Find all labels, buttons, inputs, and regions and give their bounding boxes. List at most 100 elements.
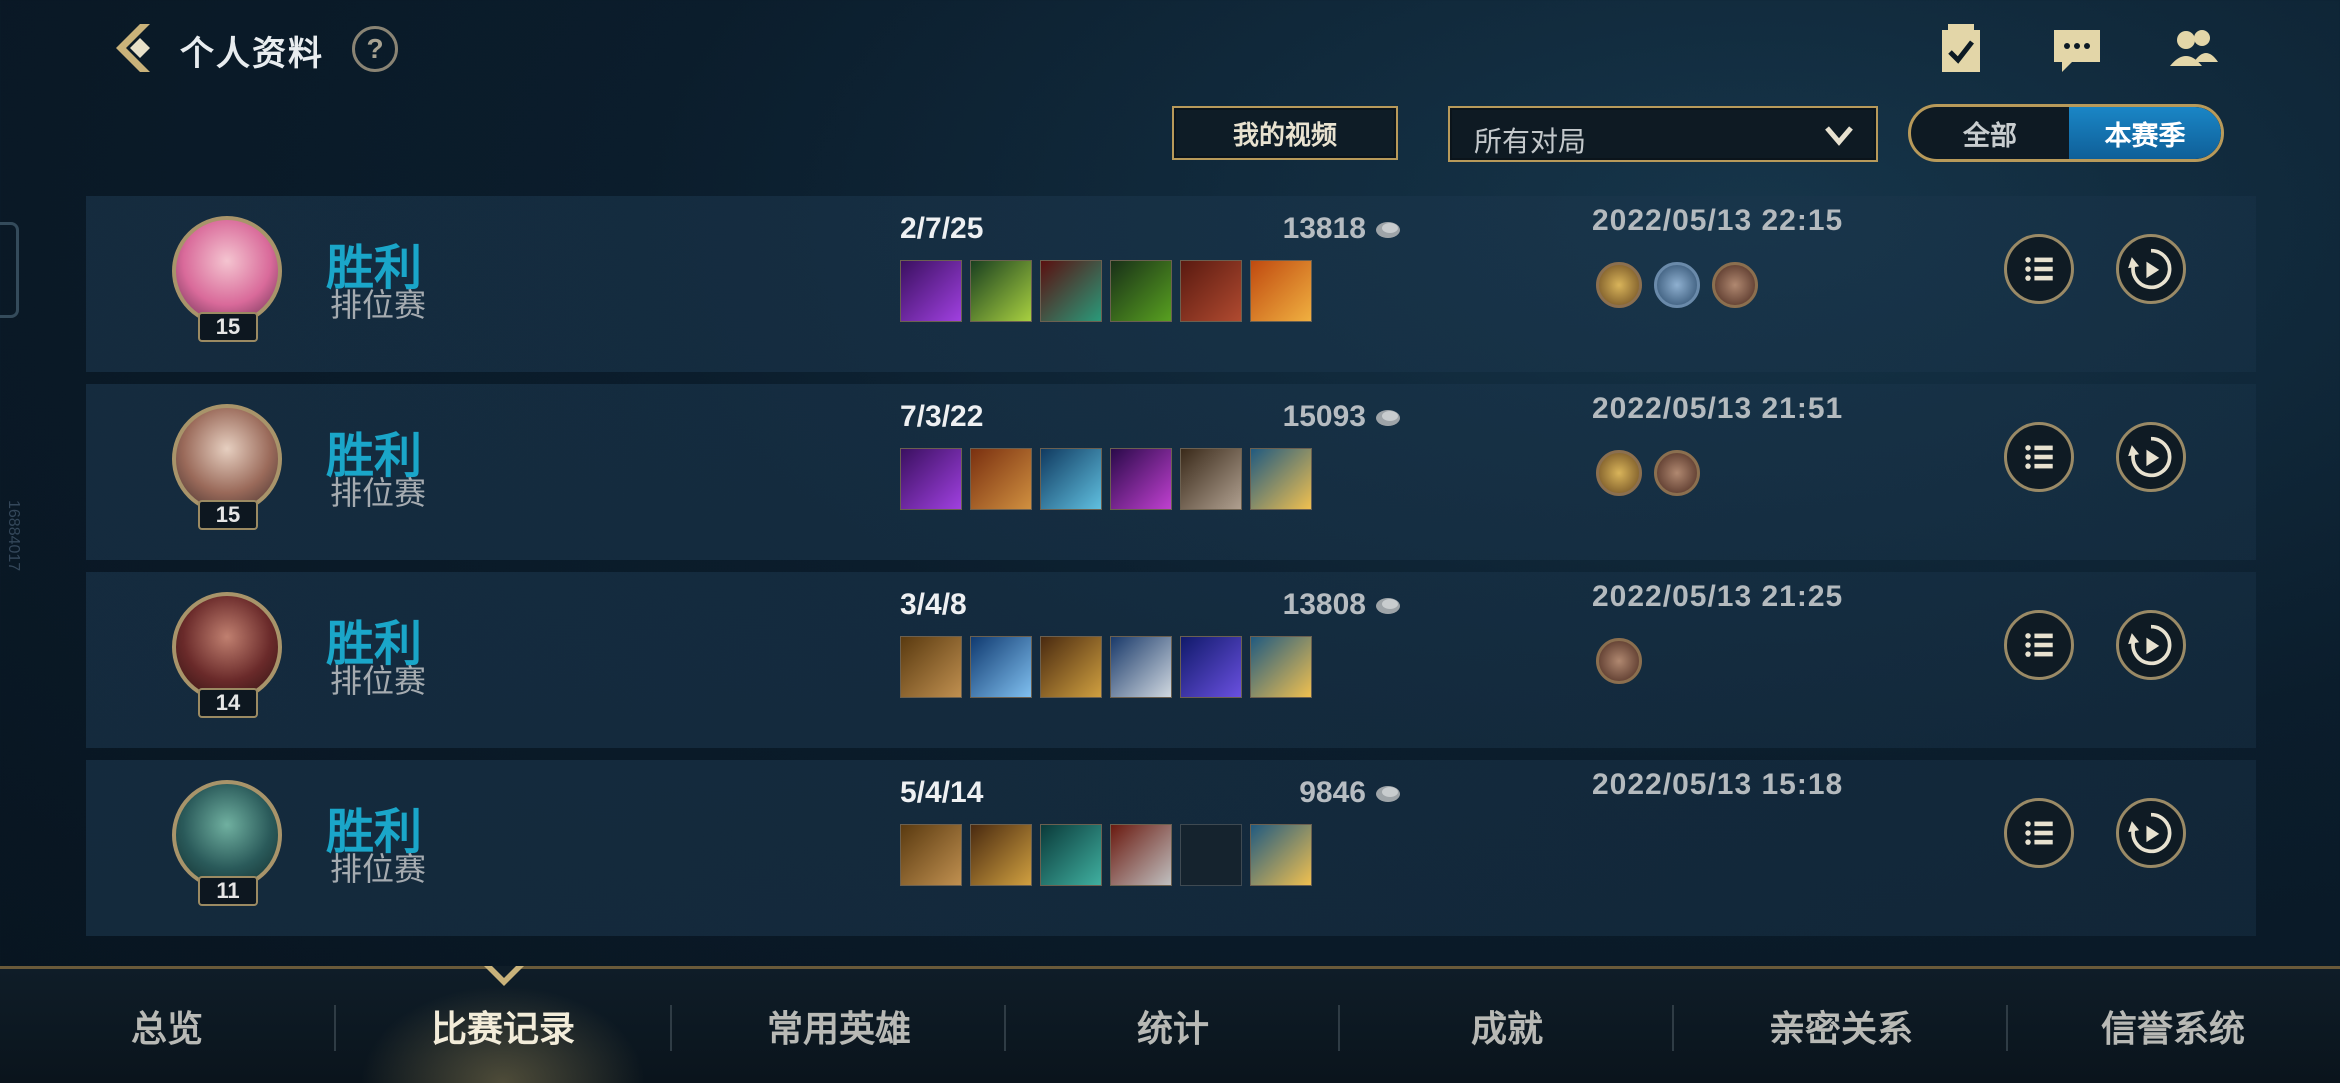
kda: 7/3/22 xyxy=(900,400,984,433)
item-slot xyxy=(900,636,962,698)
badge-list xyxy=(1596,262,1758,308)
details-button[interactable] xyxy=(2004,610,2074,680)
item-build xyxy=(900,824,1312,888)
item-slot xyxy=(900,448,962,510)
champion-avatar xyxy=(172,216,282,326)
gold-coin-icon xyxy=(1376,598,1400,615)
item-slot-empty xyxy=(1180,824,1242,886)
item-slot xyxy=(970,636,1032,698)
replay-button[interactable] xyxy=(2116,422,2186,492)
tab-champions[interactable]: 常用英雄 xyxy=(672,969,1006,1083)
side-id-label: 16884017 xyxy=(5,500,22,572)
tab-stats[interactable]: 统计 xyxy=(1006,969,1340,1083)
scope-season-option[interactable]: 本赛季 xyxy=(2069,107,2221,159)
replay-icon xyxy=(2128,624,2172,666)
item-slot xyxy=(1250,448,1312,510)
match-mode: 排位赛 xyxy=(330,287,427,323)
gold-earned: 13818 xyxy=(1166,212,1402,246)
list-icon xyxy=(2025,633,2053,657)
chevron-down-icon xyxy=(1825,126,1853,146)
checklist-icon[interactable] xyxy=(1934,22,1988,76)
gold-earned: 13808 xyxy=(1166,588,1402,622)
replay-icon xyxy=(2128,248,2172,290)
champion-level: 11 xyxy=(198,876,258,906)
ward-badge xyxy=(1654,262,1700,308)
back-chevron-icon xyxy=(116,24,150,72)
back-button[interactable] xyxy=(106,20,162,76)
list-icon xyxy=(2025,821,2053,845)
item-slot xyxy=(1180,448,1242,510)
page-title: 个人资料 xyxy=(180,35,324,73)
match-date: 2022/05/13 21:51 xyxy=(1592,392,1844,425)
gold-earned: 9846 xyxy=(1166,776,1402,810)
season-toggle[interactable]: 全部 本赛季 xyxy=(1908,104,2224,162)
match-row[interactable]: 11 胜利 排位赛 5/4/14 9846 2022/05/13 15:18 xyxy=(86,760,2256,936)
item-slot xyxy=(1180,260,1242,322)
item-slot xyxy=(1040,448,1102,510)
bottom-nav: 总览 比赛记录 常用英雄 统计 成就 亲密关系 信誉系统 xyxy=(0,966,2340,1083)
match-date: 2022/05/13 21:25 xyxy=(1592,580,1844,613)
match-type-select[interactable]: 所有对局 xyxy=(1448,106,1878,162)
champion-avatar xyxy=(172,404,282,514)
match-row[interactable]: 15 胜利 排位赛 7/3/22 15093 2022/05/13 21:51 xyxy=(86,384,2256,560)
item-slot xyxy=(1110,636,1172,698)
item-slot xyxy=(1040,636,1102,698)
item-build xyxy=(900,448,1312,512)
champion-avatar xyxy=(172,592,282,702)
item-slot xyxy=(900,260,962,322)
replay-button[interactable] xyxy=(2116,234,2186,304)
item-slot xyxy=(1250,824,1312,886)
assist-badge xyxy=(1712,262,1758,308)
s-rank-badge xyxy=(1596,450,1642,496)
item-slot xyxy=(1110,448,1172,510)
assist-badge xyxy=(1596,638,1642,684)
tab-achievements[interactable]: 成就 xyxy=(1340,969,1674,1083)
match-mode: 排位赛 xyxy=(330,663,427,699)
item-slot xyxy=(970,448,1032,510)
badge-list xyxy=(1596,638,1642,684)
my-videos-button[interactable]: 我的视频 xyxy=(1172,106,1398,160)
replay-icon xyxy=(2128,436,2172,478)
details-button[interactable] xyxy=(2004,798,2074,868)
list-icon xyxy=(2025,445,2053,469)
details-button[interactable] xyxy=(2004,422,2074,492)
gold-value: 9846 xyxy=(1299,776,1366,809)
side-tab-handle[interactable] xyxy=(0,222,19,318)
match-mode: 排位赛 xyxy=(330,475,427,511)
active-tab-caret-icon xyxy=(484,966,524,986)
item-slot xyxy=(1250,260,1312,322)
details-button[interactable] xyxy=(2004,234,2074,304)
champion-level: 15 xyxy=(198,312,258,342)
match-row[interactable]: 14 胜利 排位赛 3/4/8 13808 2022/05/13 21:25 xyxy=(86,572,2256,748)
chat-icon[interactable] xyxy=(2050,22,2104,76)
item-slot xyxy=(1110,260,1172,322)
match-mode: 排位赛 xyxy=(330,851,427,887)
item-slot xyxy=(1250,636,1312,698)
champion-avatar xyxy=(172,780,282,890)
item-slot xyxy=(1180,636,1242,698)
match-date: 2022/05/13 15:18 xyxy=(1592,768,1844,801)
gold-coin-icon xyxy=(1376,410,1400,427)
item-slot xyxy=(970,824,1032,886)
replay-icon xyxy=(2128,812,2172,854)
replay-button[interactable] xyxy=(2116,610,2186,680)
item-build xyxy=(900,636,1312,700)
s-rank-badge xyxy=(1596,262,1642,308)
gold-coin-icon xyxy=(1376,786,1400,803)
help-icon[interactable]: ? xyxy=(352,26,398,72)
friends-icon[interactable] xyxy=(2166,22,2220,76)
tab-relationships[interactable]: 亲密关系 xyxy=(1674,969,2008,1083)
kda: 3/4/8 xyxy=(900,588,967,621)
objective-badge xyxy=(1654,450,1700,496)
match-type-value: 所有对局 xyxy=(1474,126,1587,157)
match-row[interactable]: 15 胜利 排位赛 2/7/25 13818 2022/05/13 22:15 xyxy=(86,196,2256,372)
tab-honor-system[interactable]: 信誉系统 xyxy=(2006,969,2340,1083)
match-date: 2022/05/13 22:15 xyxy=(1592,204,1844,237)
item-slot xyxy=(970,260,1032,322)
item-build xyxy=(900,260,1312,324)
scope-all-option[interactable]: 全部 xyxy=(1911,107,2069,159)
item-slot xyxy=(900,824,962,886)
replay-button[interactable] xyxy=(2116,798,2186,868)
gold-value: 13818 xyxy=(1282,212,1366,245)
tab-overview[interactable]: 总览 xyxy=(0,969,334,1083)
